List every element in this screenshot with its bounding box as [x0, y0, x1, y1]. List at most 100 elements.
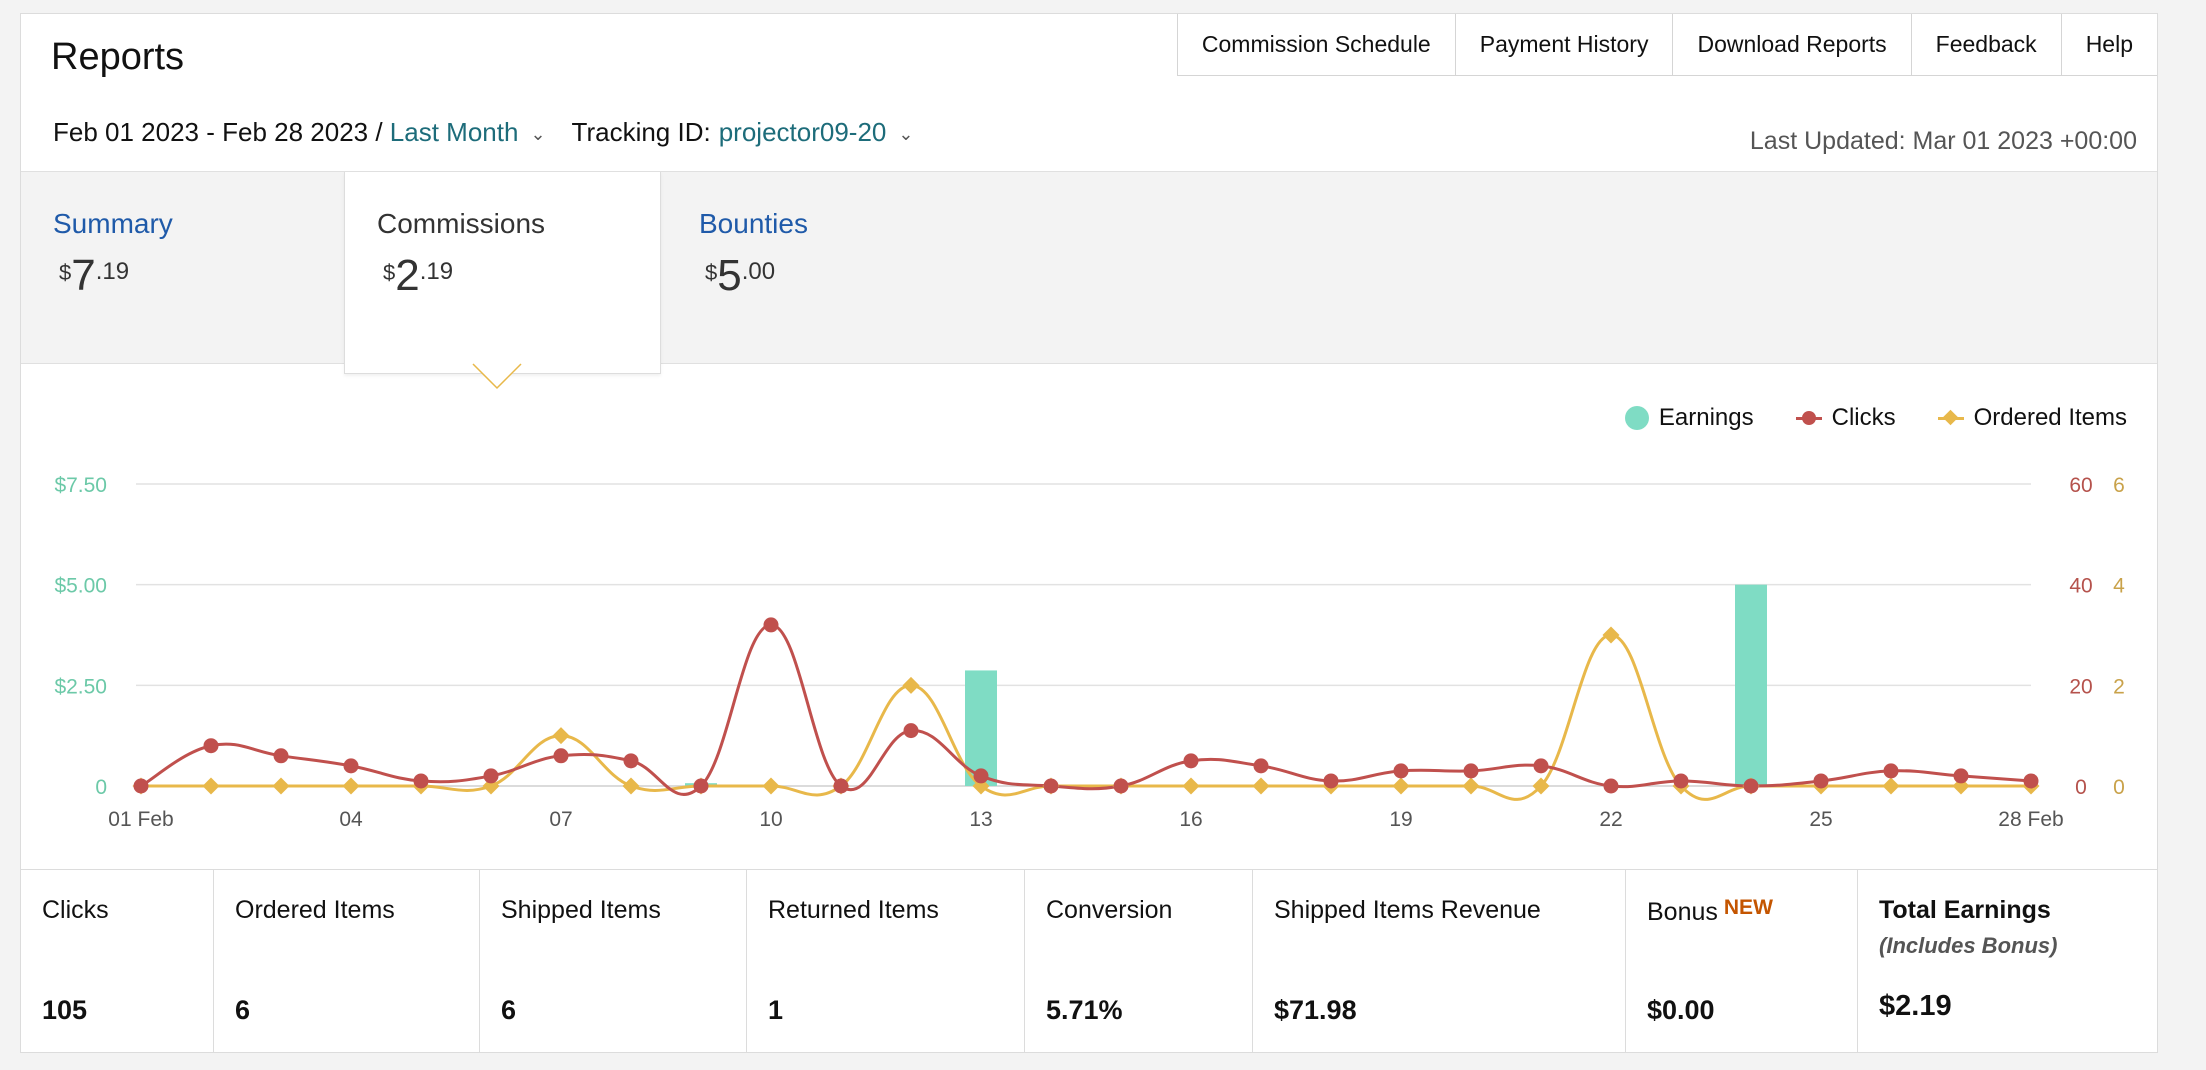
y-right-clicks-tick-label: 0 [2075, 776, 2087, 799]
ordered-items-point [1462, 777, 1480, 795]
clicks-point [623, 753, 639, 769]
ordered-items-point [342, 777, 360, 795]
y-right-ordered-tick-label: 6 [2113, 474, 2125, 497]
clicks-point [1953, 768, 1969, 784]
x-tick-label: 01 Feb [108, 808, 173, 831]
clicks-point [903, 723, 919, 739]
clicks-point [1253, 758, 1269, 774]
clicks-point [273, 748, 289, 764]
ordered-items-point [902, 676, 920, 694]
clicks-point [1743, 778, 1759, 794]
tracking-id-dropdown[interactable]: projector09-20 [719, 117, 887, 148]
clicks-point [763, 617, 779, 633]
stat-total-earnings: Total Earnings (Includes Bonus) $2.19 [1858, 870, 2157, 1052]
reports-panel: Reports Commission Schedule Payment Hist… [20, 13, 2158, 1053]
y-left-tick-label: $7.50 [54, 474, 107, 497]
tab-bounties-label: Bounties [699, 208, 808, 239]
currency-symbol: $ [383, 260, 396, 285]
x-tick-label: 10 [759, 808, 782, 831]
clicks-point [1533, 758, 1549, 774]
stat-value: $0.00 [1647, 995, 1715, 1025]
stat-value: $71.98 [1274, 995, 1357, 1025]
x-tick-label: 22 [1599, 808, 1622, 831]
amount-whole: 2 [395, 251, 420, 300]
bonus-label: Bonus [1647, 898, 1718, 926]
clicks-point [133, 778, 149, 794]
clicks-point [203, 738, 219, 754]
y-right-ordered-tick-label: 2 [2113, 675, 2125, 698]
amount-cents: .19 [95, 258, 130, 285]
clicks-point [1393, 763, 1409, 779]
y-left-tick-label: $5.00 [54, 575, 107, 598]
tab-bounties[interactable]: Bounties $ 5 .00 [667, 172, 984, 365]
currency-symbol: $ [59, 260, 72, 285]
ordered-items-point [202, 777, 220, 795]
y-right-ordered-tick-label: 4 [2113, 575, 2125, 598]
y-right-clicks-tick-label: 40 [2069, 575, 2092, 598]
date-separator: / [368, 117, 390, 147]
clicks-point [2023, 773, 2039, 789]
tab-summary[interactable]: Summary $ 7 .19 [21, 172, 338, 365]
ordered-items-point [272, 777, 290, 795]
filter-row: Feb 01 2023 - Feb 28 2023 / Last Month ⌄… [53, 117, 939, 148]
stat-value: 6 [235, 995, 251, 1025]
tab-commissions-label: Commissions [377, 208, 546, 239]
clicks-point [1883, 763, 1899, 779]
commission-schedule-button[interactable]: Commission Schedule [1176, 14, 1455, 76]
stat-ordered-items: Ordered Items 6 [214, 870, 480, 1052]
chevron-down-icon[interactable]: ⌄ [530, 124, 545, 145]
stat-clicks: Clicks 105 [21, 870, 214, 1052]
tracking-id-label: Tracking ID: [571, 117, 711, 147]
stat-value: $2.19 [1879, 990, 1952, 1022]
chevron-down-icon[interactable]: ⌄ [898, 124, 913, 145]
y-left-tick-label: 0 [95, 776, 107, 799]
x-tick-label: 04 [339, 808, 363, 831]
earnings-bar [1735, 584, 1767, 786]
stats-bar: Clicks 105 Ordered Items 6 Shipped Items… [21, 869, 2157, 1052]
clicks-point [343, 758, 359, 774]
ordered-items-point [1252, 777, 1270, 795]
stat-sublabel: (Includes Bonus) [1879, 933, 2058, 958]
y-left-tick-label: $2.50 [54, 675, 107, 698]
help-button[interactable]: Help [2060, 14, 2157, 76]
ordered-items-point [762, 777, 780, 795]
stat-value: 105 [42, 995, 88, 1025]
amount-whole: 7 [71, 251, 96, 300]
bounties-amount: $ 5 .00 [699, 251, 952, 300]
tab-commissions[interactable]: Commissions $ 2 .19 [344, 172, 661, 374]
tab-strip: Summary $ 7 .19 Commissions $ 2 .19 Boun… [21, 171, 2157, 374]
clicks-point [973, 768, 989, 784]
x-tick-label: 16 [1179, 808, 1202, 831]
stat-label: Bonus NEW [1647, 896, 1837, 927]
amount-whole: 5 [717, 251, 742, 300]
clicks-point [1463, 763, 1479, 779]
clicks-point [1183, 753, 1199, 769]
clicks-point [413, 773, 429, 789]
ordered-items-point [1182, 777, 1200, 795]
feedback-button[interactable]: Feedback [1910, 14, 2061, 76]
stat-value: 5.71% [1046, 995, 1123, 1025]
page-title: Reports [51, 36, 185, 78]
download-reports-button[interactable]: Download Reports [1672, 14, 1911, 76]
x-tick-label: 07 [549, 808, 572, 831]
stat-bonus: Bonus NEW $0.00 [1626, 870, 1858, 1052]
clicks-point [553, 748, 569, 764]
new-badge: NEW [1723, 896, 1773, 919]
commissions-amount: $ 2 .19 [377, 251, 628, 300]
payment-history-button[interactable]: Payment History [1454, 14, 1673, 76]
stat-value: 1 [768, 995, 784, 1025]
date-preset-dropdown[interactable]: Last Month [390, 117, 519, 148]
stat-label: Ordered Items [235, 896, 395, 924]
stat-label: Shipped Items [501, 896, 661, 924]
date-range-text: Feb 01 2023 - Feb 28 2023 [53, 117, 369, 147]
x-tick-label: 19 [1389, 808, 1412, 831]
y-right-clicks-tick-label: 20 [2069, 675, 2092, 698]
summary-amount: $ 7 .19 [53, 251, 306, 300]
amount-cents: .19 [419, 258, 454, 285]
clicks-point [693, 778, 709, 794]
x-tick-label: 25 [1809, 808, 1832, 831]
clicks-point [483, 768, 499, 784]
clicks-point [1113, 778, 1129, 794]
stat-label: Conversion [1046, 896, 1173, 924]
stat-label: Total Earnings [1879, 896, 2051, 924]
